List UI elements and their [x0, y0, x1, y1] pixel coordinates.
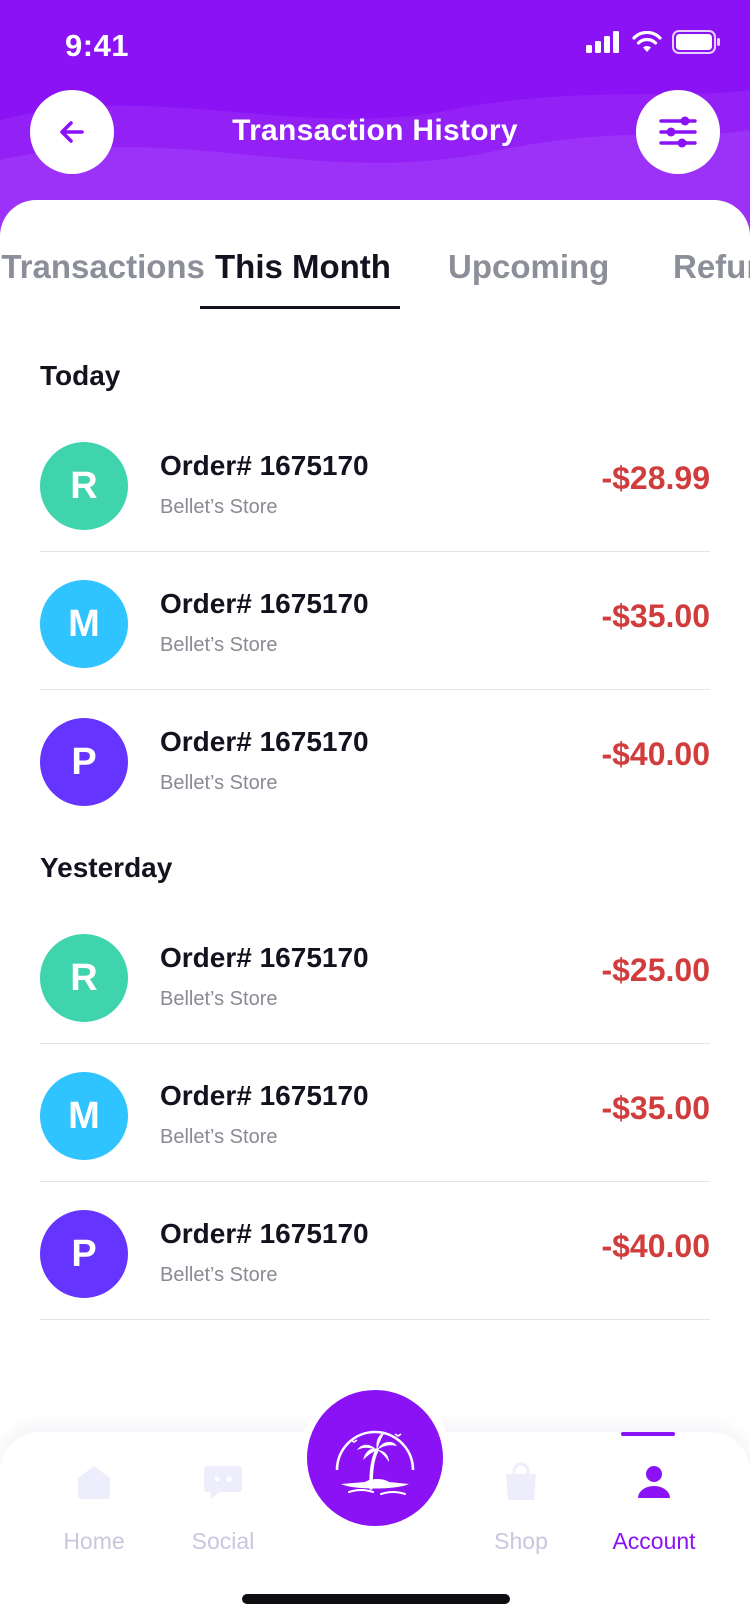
transaction-row[interactable]: P Order# 1675170 Bellet’s Store -$40.00: [40, 1182, 710, 1320]
order-number: Order# 1675170: [160, 726, 369, 757]
store-name: Bellet’s Store: [160, 988, 278, 1010]
chat-icon: [204, 1466, 242, 1499]
transaction-amount: -$28.99: [601, 460, 710, 496]
transaction-amount: -$35.00: [601, 1090, 710, 1126]
order-number: Order# 1675170: [160, 588, 369, 619]
nav-item-shop[interactable]: Shop: [461, 1432, 581, 1572]
nav-label: Shop: [494, 1528, 548, 1554]
transaction-row[interactable]: M Order# 1675170 Bellet’s Store -$35.00: [40, 1044, 710, 1182]
avatar: P: [40, 1210, 128, 1298]
tab-bar: All Transactions This Month Upcoming Ref…: [0, 200, 750, 310]
nav-item-home[interactable]: Home: [34, 1432, 154, 1572]
home-icon: [78, 1466, 110, 1499]
tab-refunds[interactable]: Refunds: [673, 248, 750, 286]
tab-this-month[interactable]: This Month: [215, 248, 391, 286]
avatar: M: [40, 1072, 128, 1160]
row-divider: [40, 1319, 710, 1320]
transaction-amount: -$40.00: [601, 736, 710, 772]
nav-label: Home: [63, 1528, 125, 1554]
nav-item-account[interactable]: Account: [594, 1432, 714, 1572]
transaction-row[interactable]: R Order# 1675170 Bellet’s Store -$28.99: [40, 414, 710, 552]
order-number: Order# 1675170: [160, 942, 369, 973]
status-bar: 9:41: [0, 0, 750, 90]
tab-upcoming[interactable]: Upcoming: [448, 248, 609, 286]
order-number: Order# 1675170: [160, 1218, 369, 1249]
battery-icon: [672, 30, 720, 54]
nav-label: Social: [191, 1528, 255, 1554]
order-number: Order# 1675170: [160, 450, 369, 481]
avatar: R: [40, 934, 128, 1022]
sliders-icon: [659, 116, 697, 148]
avatar: R: [40, 442, 128, 530]
store-name: Bellet’s Store: [160, 1126, 278, 1148]
palm-tree-island-icon: [335, 1430, 415, 1495]
transaction-amount: -$40.00: [601, 1228, 710, 1264]
center-action-button[interactable]: [307, 1390, 443, 1526]
nav-label: Account: [612, 1528, 696, 1554]
store-name: Bellet’s Store: [160, 634, 278, 656]
home-indicator: [242, 1594, 510, 1604]
store-name: Bellet’s Store: [160, 496, 278, 518]
wifi-icon: [632, 31, 662, 52]
store-name: Bellet’s Store: [160, 1264, 278, 1286]
active-tab-indicator: [200, 306, 400, 309]
status-time: 9:41: [65, 28, 130, 63]
active-nav-indicator: [621, 1432, 675, 1436]
avatar: M: [40, 580, 128, 668]
transaction-row[interactable]: M Order# 1675170 Bellet’s Store -$35.00: [40, 552, 710, 690]
transaction-amount: -$25.00: [601, 952, 710, 988]
nav-item-social[interactable]: Social: [163, 1432, 283, 1572]
transaction-row[interactable]: R Order# 1675170 Bellet’s Store -$25.00: [40, 906, 710, 1044]
user-icon: [638, 1466, 670, 1498]
status-icons: [586, 30, 720, 54]
order-number: Order# 1675170: [160, 1080, 369, 1111]
section-title-today: Today: [40, 360, 121, 391]
transaction-amount: -$35.00: [601, 598, 710, 634]
section-title-yesterday: Yesterday: [40, 852, 173, 883]
signal-icon: [586, 31, 619, 53]
tab-all-transactions[interactable]: All Transactions: [0, 248, 205, 286]
avatar: P: [40, 718, 128, 806]
store-name: Bellet’s Store: [160, 772, 278, 794]
shopping-bag-icon: [506, 1462, 536, 1500]
filter-button[interactable]: [636, 90, 720, 174]
transaction-row[interactable]: P Order# 1675170 Bellet’s Store -$40.00: [40, 690, 710, 828]
